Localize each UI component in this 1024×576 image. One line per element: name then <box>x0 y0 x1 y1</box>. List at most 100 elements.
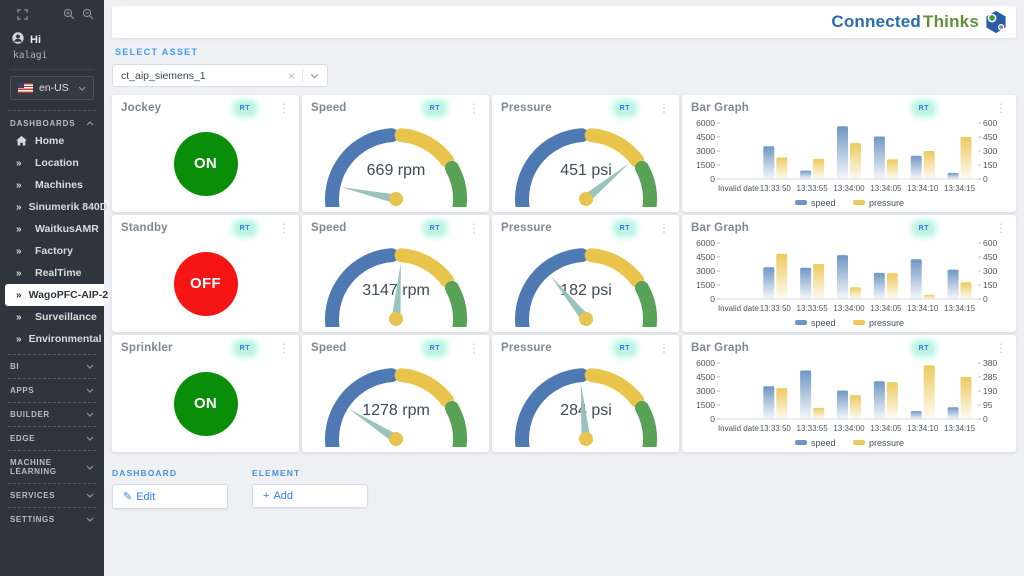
svg-text:pressure: pressure <box>869 318 904 328</box>
kebab-menu-icon[interactable]: ⋮ <box>995 103 1007 113</box>
user-info: Hi kalagi <box>0 24 104 61</box>
sidebar-item-location[interactable]: »Location <box>0 152 104 174</box>
svg-text:190: 190 <box>983 386 997 396</box>
card-speed-gauge-row0: SpeedRT⋮669 rpm <box>302 95 489 212</box>
asset-select[interactable]: ct_aip_siemens_1 × <box>112 64 328 87</box>
kebab-menu-icon[interactable]: ⋮ <box>468 223 480 233</box>
svg-text:13:33:55: 13:33:55 <box>797 304 829 313</box>
sidebar-collapsed-sections: BI APPS BUILDER EDGE MACHINE LEARNING SERVICE… <box>0 354 104 527</box>
svg-text:Invalid date: Invalid date <box>718 424 759 433</box>
sidebar-item-label: Machines <box>35 179 83 191</box>
chevron-down-icon <box>86 517 94 522</box>
sidebar-section-edge[interactable]: EDGE <box>8 426 96 446</box>
section-dashboards[interactable]: DASHBOARDS <box>0 115 104 130</box>
sidebar-item-home[interactable]: Home <box>0 130 104 152</box>
kebab-menu-icon[interactable]: ⋮ <box>278 223 290 233</box>
bar-chart: 01500300045006000095190285380Invalid dat… <box>684 355 1014 452</box>
username-text: kalagi <box>13 50 92 61</box>
asset-select-value: ct_aip_siemens_1 <box>121 70 288 82</box>
pressure-gauge: 284 psi <box>496 355 676 452</box>
kebab-menu-icon[interactable]: ⋮ <box>658 343 670 353</box>
svg-text:150: 150 <box>983 160 997 170</box>
svg-text:13:34:15: 13:34:15 <box>944 304 976 313</box>
sidebar-item-machines[interactable]: »Machines <box>0 174 104 196</box>
svg-text:95: 95 <box>983 400 993 410</box>
card-title: Speed <box>311 222 426 234</box>
kebab-menu-icon[interactable]: ⋮ <box>468 103 480 113</box>
zoom-in-icon[interactable] <box>63 8 75 20</box>
kebab-menu-icon[interactable]: ⋮ <box>995 343 1007 353</box>
realtime-badge: RT <box>915 223 933 234</box>
svg-text:3000: 3000 <box>696 266 715 276</box>
svg-text:600: 600 <box>983 118 997 128</box>
svg-text:1500: 1500 <box>696 400 715 410</box>
logo-text-thinks: Thinks <box>923 12 979 32</box>
svg-text:13:33:50: 13:33:50 <box>760 184 792 193</box>
zoom-out-icon[interactable] <box>82 8 94 20</box>
svg-text:pressure: pressure <box>869 198 904 208</box>
realtime-badge: RT <box>616 343 634 354</box>
kebab-menu-icon[interactable]: ⋮ <box>995 223 1007 233</box>
svg-text:600: 600 <box>983 238 997 248</box>
chevrons-icon: » <box>16 202 22 213</box>
svg-text:0: 0 <box>710 174 715 184</box>
pencil-icon: ✎ <box>123 491 132 503</box>
kebab-menu-icon[interactable]: ⋮ <box>468 343 480 353</box>
svg-text:450: 450 <box>983 252 997 262</box>
sidebar-section-settings[interactable]: SETTINGS <box>8 507 96 527</box>
sidebar-section-builder[interactable]: BUILDER <box>8 402 96 422</box>
home-icon <box>16 136 28 146</box>
edit-dashboard-button[interactable]: ✎Edit <box>112 484 228 509</box>
svg-text:150: 150 <box>983 280 997 290</box>
sidebar-item-surveillance[interactable]: »Surveillance <box>0 306 104 328</box>
sidebar-toolbar <box>0 0 104 24</box>
language-selector[interactable]: en-US <box>10 76 94 100</box>
section-label: APPS <box>10 386 34 395</box>
asset-selector-section: SELECT ASSET ct_aip_siemens_1 × <box>112 47 1016 87</box>
sidebar-item-realtime[interactable]: »RealTime <box>0 262 104 284</box>
svg-text:0: 0 <box>983 414 988 424</box>
sidebar-item-factory[interactable]: »Factory <box>0 240 104 262</box>
chevron-down-icon <box>86 465 94 470</box>
sidebar-item-environmental[interactable]: »Environmental <box>0 328 104 350</box>
card-title: Jockey <box>121 102 236 114</box>
sidebar-nav: Home»Location»Machines»Sinumerik 840D»Wa… <box>0 130 104 350</box>
svg-text:6000: 6000 <box>696 358 715 368</box>
sidebar-item-sinumerik-840d[interactable]: »Sinumerik 840D <box>0 196 104 218</box>
sidebar-item-waitkusamr[interactable]: »WaitkusAMR <box>0 218 104 240</box>
sidebar-section-machine-learning[interactable]: MACHINE LEARNING <box>8 450 96 479</box>
card-speed-gauge-row1: SpeedRT⋮3147 rpm <box>302 215 489 332</box>
sidebar-item-wagopfc-aip-2[interactable]: »WagoPFC-AIP-2 <box>5 284 104 306</box>
svg-text:speed: speed <box>811 438 836 448</box>
sidebar-section-bi[interactable]: BI <box>8 354 96 374</box>
svg-text:13:34:05: 13:34:05 <box>870 424 902 433</box>
kebab-menu-icon[interactable]: ⋮ <box>278 103 290 113</box>
chevrons-icon: » <box>16 268 28 279</box>
chevron-down-icon[interactable] <box>310 73 319 79</box>
language-label: en-US <box>39 82 69 94</box>
section-label: EDGE <box>10 434 35 443</box>
add-element-button[interactable]: +Add <box>252 484 368 508</box>
realtime-badge: RT <box>236 223 254 234</box>
card-pressure-gauge-row2: PressureRT⋮284 psi <box>492 335 679 452</box>
dashboard-control-label: DASHBOARD <box>112 468 228 478</box>
clear-icon[interactable]: × <box>288 69 295 83</box>
sidebar-section-apps[interactable]: APPS <box>8 378 96 398</box>
fullscreen-icon[interactable] <box>17 9 28 20</box>
svg-text:300: 300 <box>983 146 997 156</box>
svg-text:4500: 4500 <box>696 132 715 142</box>
sidebar-item-label: Home <box>35 135 64 147</box>
svg-text:13:34:15: 13:34:15 <box>944 424 976 433</box>
kebab-menu-icon[interactable]: ⋮ <box>278 343 290 353</box>
kebab-menu-icon[interactable]: ⋮ <box>658 103 670 113</box>
svg-text:380: 380 <box>983 358 997 368</box>
chevron-down-icon <box>86 412 94 417</box>
svg-text:3000: 3000 <box>696 146 715 156</box>
sidebar: Hi kalagi en-US DASHBOARDS Home »Location… <box>0 0 104 576</box>
card-status-jockey: JockeyRT⋮ON <box>112 95 299 212</box>
sidebar-section-services[interactable]: SERVICES <box>8 483 96 503</box>
svg-text:451 psi: 451 psi <box>560 162 612 179</box>
kebab-menu-icon[interactable]: ⋮ <box>658 223 670 233</box>
svg-text:Invalid date: Invalid date <box>718 184 759 193</box>
svg-text:13:33:50: 13:33:50 <box>760 424 792 433</box>
